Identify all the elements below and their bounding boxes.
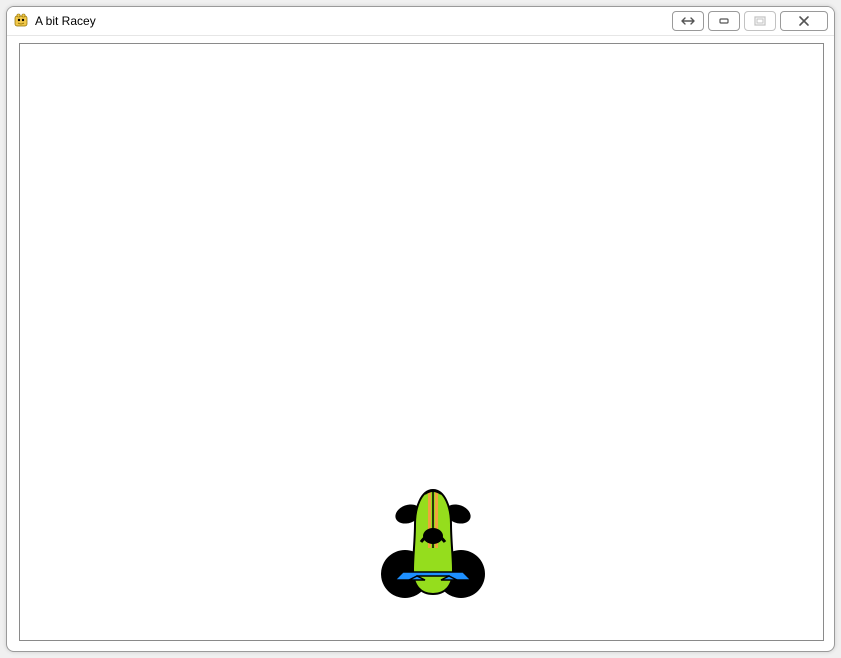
player-car <box>379 484 487 604</box>
maximize-button <box>744 11 776 31</box>
close-button[interactable] <box>780 11 828 31</box>
window-controls <box>672 11 828 31</box>
game-canvas[interactable] <box>19 43 824 641</box>
app-window: A bit Racey <box>6 6 835 652</box>
app-icon <box>13 13 29 29</box>
resize-handle-button[interactable] <box>672 11 704 31</box>
title-bar: A bit Racey <box>7 7 834 36</box>
window-title: A bit Racey <box>35 14 96 28</box>
minimize-button[interactable] <box>708 11 740 31</box>
